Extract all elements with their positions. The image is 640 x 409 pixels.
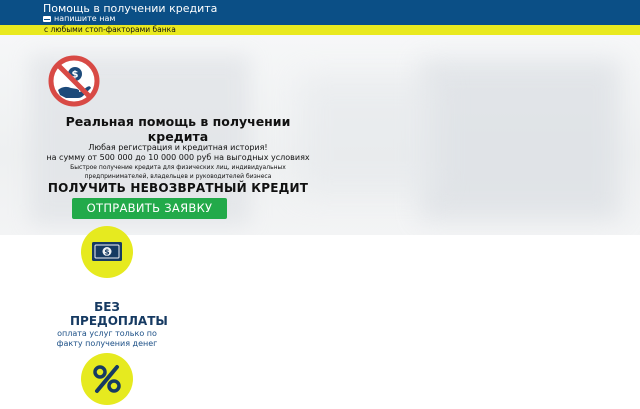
tagline-bar: с любыми стоп-факторами банка [0, 25, 640, 35]
hero-subtitle-1: Любая регистрация и кредитная история! [88, 143, 268, 152]
envelope-icon [43, 16, 51, 22]
top-bar: Помощь в получении кредита напишите нам [0, 0, 640, 25]
feature-title: БЕЗ ПРЕДОПЛАТЫ [70, 300, 168, 328]
hero-subtitle-2: на сумму от 500 000 до 10 000 000 руб на… [46, 153, 310, 162]
tagline: с любыми стоп-факторами банка [44, 25, 176, 34]
percent-icon [93, 365, 121, 393]
hero-bg-shape [420, 60, 620, 220]
svg-text:$: $ [104, 248, 109, 257]
no-money-icon: $ [48, 55, 100, 107]
feature-icon-circle [81, 353, 133, 405]
contact-link[interactable]: напишите нам [43, 14, 115, 24]
hero-small-text: Быстрое получение кредита для физических… [70, 164, 286, 180]
money-icon: $ [92, 242, 122, 261]
hero-headline: Реальная помощь в получении кредита [65, 114, 291, 144]
hero-bg-shape [300, 75, 440, 195]
send-request-button[interactable]: ОТПРАВИТЬ ЗАЯВКУ [72, 198, 227, 219]
contact-label[interactable]: напишите нам [54, 14, 115, 24]
hero-big-text: ПОЛУЧИТЬ НЕВОЗВРАТНЫЙ КРЕДИТ [47, 181, 309, 195]
feature-icon-circle: $ [81, 226, 133, 278]
feature-description: оплата услуг только по факту получения д… [56, 329, 158, 348]
